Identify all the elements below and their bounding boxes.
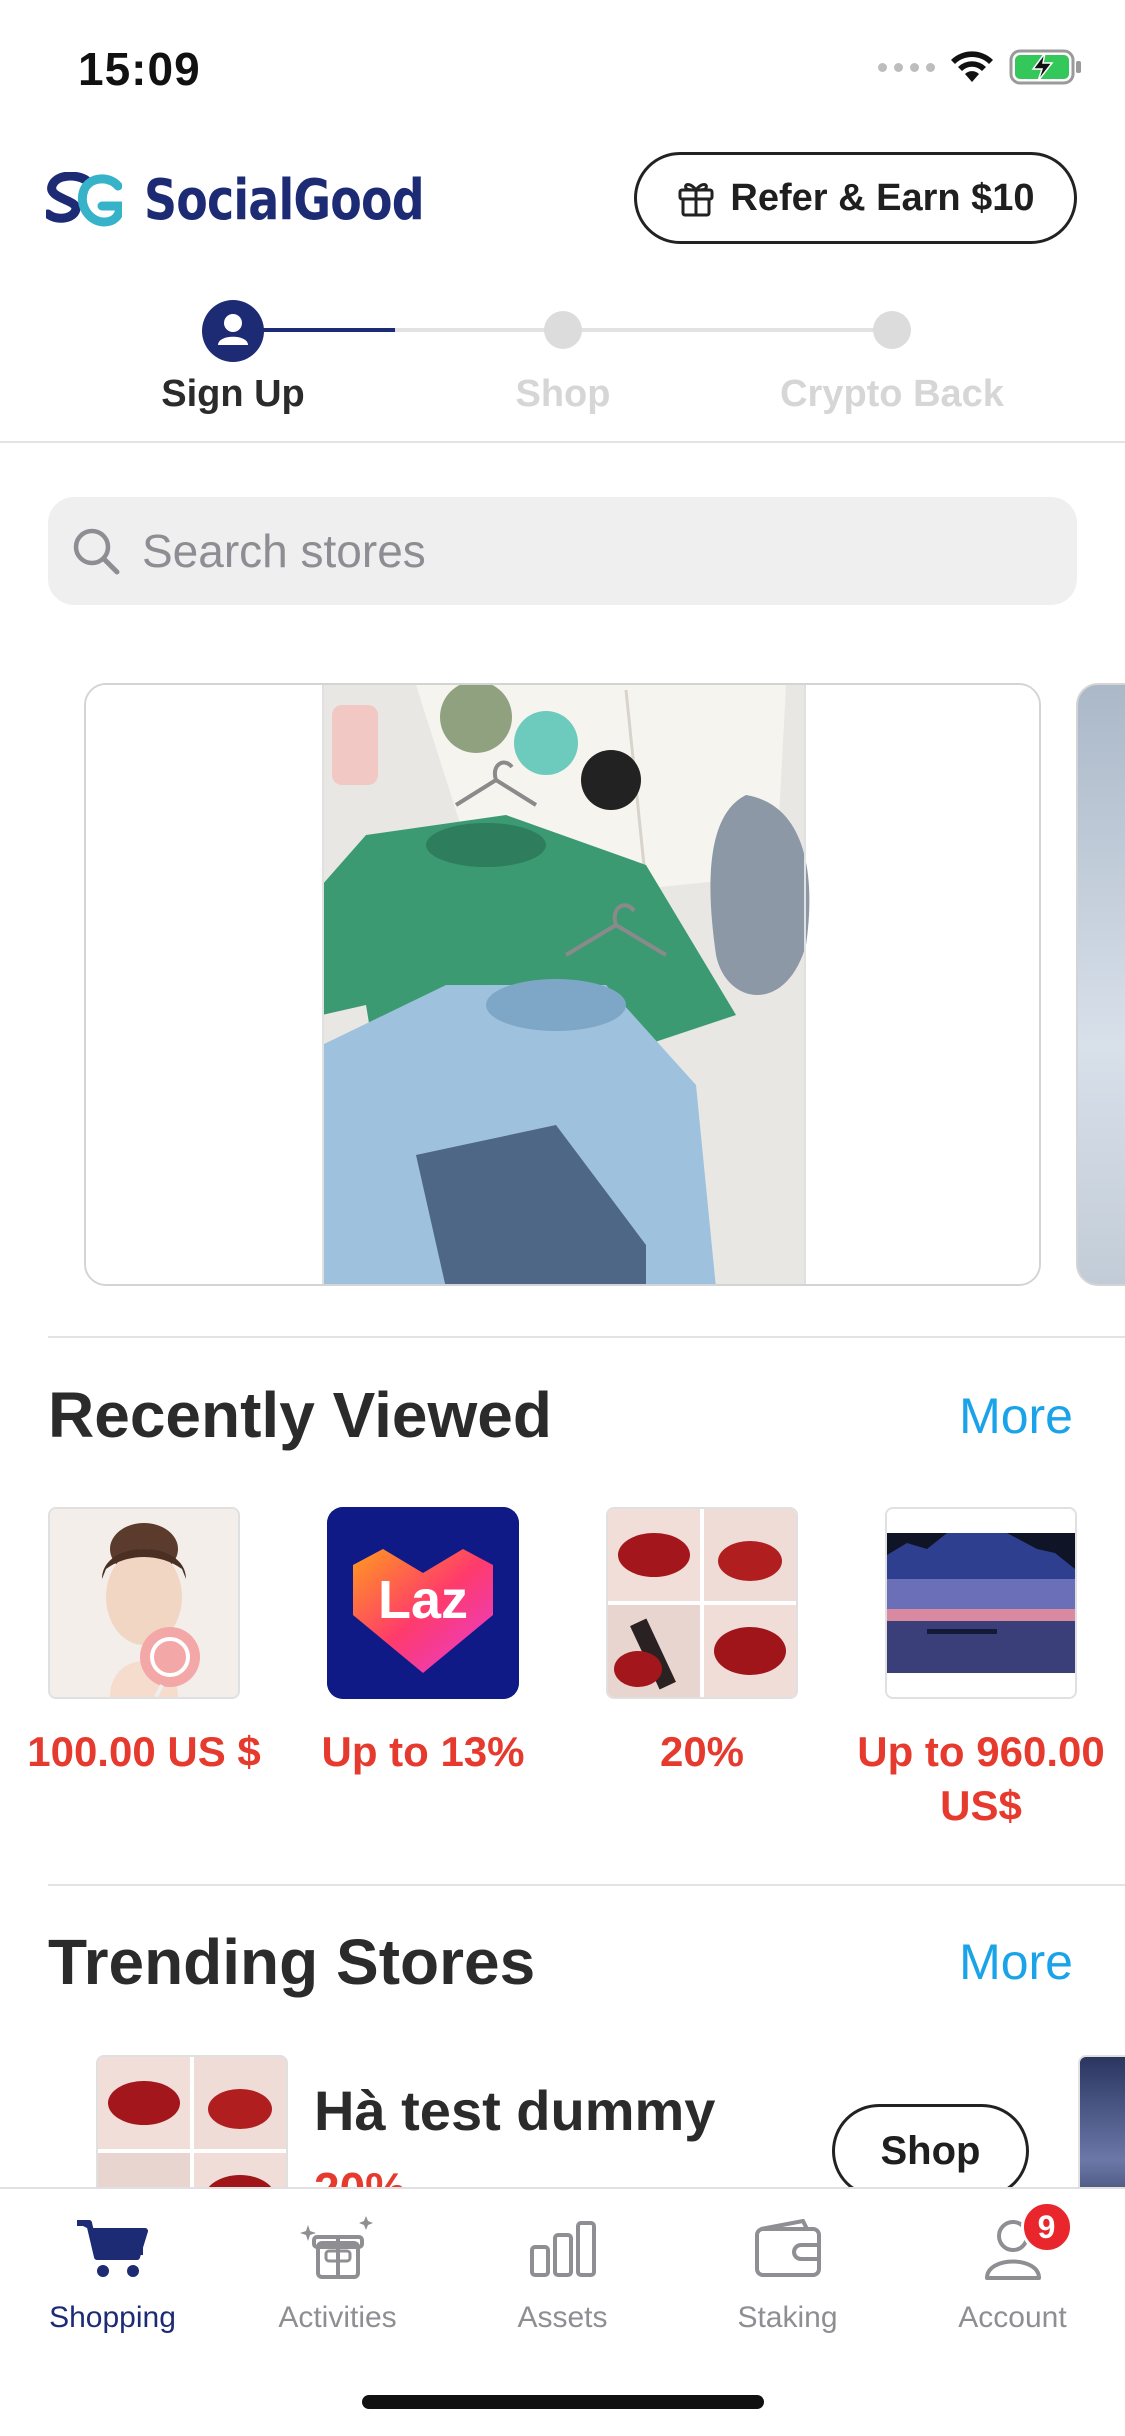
red-lips-collage-image [608,1509,796,1697]
user-icon [218,314,248,345]
trending-stores-title: Trending Stores [48,1926,536,1998]
bar-chart-icon [523,2209,603,2289]
recent-item-cashback: 20% [659,1728,745,1775]
shop-button[interactable]: Shop [832,2104,1029,2198]
recent-item[interactable]: 20% [606,1507,798,1775]
promo-banner[interactable] [84,683,1041,1286]
recent-item[interactable]: 100.00 US $ [27,1507,261,1775]
step-connector-pending [395,328,893,332]
gift-icon [678,183,714,217]
lake-sunset-image [887,1509,1075,1697]
status-time: 15:09 [78,43,201,95]
step-label-signup: Sign Up [161,373,305,415]
wallet-icon [748,2209,828,2289]
battery-charging-icon [1009,49,1081,85]
gift-box-sparkle-icon [298,2209,378,2289]
tab-activities[interactable]: Activities [225,2209,450,2349]
home-indicator [362,2395,764,2409]
step-signup-node [202,300,264,362]
promo-banner-next-peek[interactable] [1076,683,1125,1286]
refer-and-earn-button[interactable]: Refer & Earn $10 [634,152,1077,244]
recent-item-cashback: Up to 13% [321,1728,525,1775]
woman-lollipop-image [50,1509,238,1697]
tab-staking[interactable]: Staking [675,2209,900,2349]
onboarding-stepper: Sign Up Shop Crypto Back [0,295,1125,425]
tab-label: Shopping [49,2301,176,2334]
recently-viewed-more-link[interactable]: More [959,1387,1073,1445]
cellular-signal-icon [878,62,935,72]
trending-store-name: Hà test dummy [314,2079,716,2142]
section-divider [48,1884,1125,1886]
tab-shopping[interactable]: Shopping [0,2209,225,2349]
step-shop-node [544,311,582,349]
socialgood-logo-icon [46,172,122,227]
person-icon: 9 [973,2201,1073,2289]
recent-item-thumbnail[interactable] [606,1507,798,1699]
app-header: SocialGood Refer & Earn $10 [0,150,1125,250]
laz-logo-text: Laz [377,1570,469,1630]
search-icon [73,528,120,575]
section-divider [48,1336,1125,1338]
recent-item[interactable]: Laz Up to 13% [321,1507,525,1775]
tab-assets[interactable]: Assets [450,2209,675,2349]
tab-label: Staking [737,2301,838,2334]
recent-item-thumbnail[interactable] [48,1507,240,1699]
wifi-icon [951,51,993,82]
header-divider [0,441,1125,443]
brand-name: SocialGood [144,167,425,233]
recent-item[interactable]: Up to 960.00 US$ [857,1507,1105,1829]
notification-badge: 9 [1020,2201,1073,2253]
cart-icon [73,2209,153,2289]
tab-label: Assets [517,2301,608,2334]
recent-item-cashback: Up to 960.00 US$ [857,1728,1105,1829]
status-bar: 15:09 [0,0,1125,140]
search-input[interactable]: Search stores [48,497,1077,605]
step-crypto-back-node [873,311,911,349]
tab-label: Activities [278,2301,397,2334]
brand-logo: SocialGood [46,167,485,233]
trending-stores-more-link[interactable]: More [959,1933,1073,1991]
recently-viewed-title: Recently Viewed [48,1379,552,1451]
status-icons [878,46,1083,88]
banner-image-clothing-flatlay [86,685,1039,1284]
search-placeholder: Search stores [142,525,426,577]
refer-button-label: Refer & Earn $10 [730,176,1035,219]
tab-label: Account [958,2301,1067,2334]
tab-account[interactable]: 9 Account [900,2201,1125,2349]
recent-item-cashback: 100.00 US $ [27,1728,261,1775]
step-label-shop: Shop [515,373,611,415]
recent-item-thumbnail[interactable] [885,1507,1077,1699]
step-label-crypto-back: Crypto Back [780,373,1004,415]
